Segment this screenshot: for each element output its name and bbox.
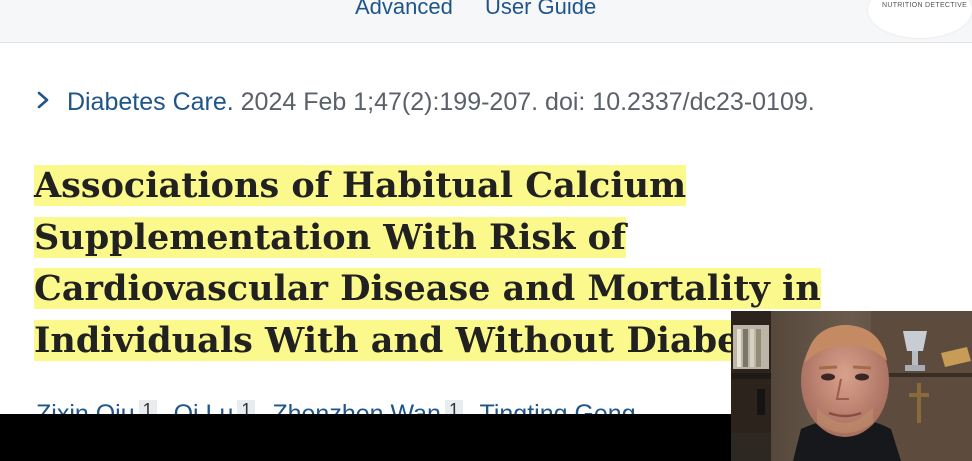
top-navigation-bar: Advanced User Guide — [0, 0, 972, 43]
webcam-scene — [731, 311, 972, 461]
advanced-search-link[interactable]: Advanced — [355, 0, 453, 20]
logo-text: NUTRITION DETECTIVE — [882, 2, 968, 9]
article-title-text: Associations of Habitual Calcium Supplem… — [34, 165, 821, 361]
journal-link[interactable]: Diabetes Care. — [67, 88, 234, 116]
chevron-right-icon[interactable] — [36, 89, 60, 117]
user-guide-link[interactable]: User Guide — [485, 0, 596, 20]
citation-details: 2024 Feb 1;47(2):199-207. doi: 10.2337/d… — [240, 88, 815, 116]
citation-line: Diabetes Care. 2024 Feb 1;47(2):199-207.… — [36, 88, 815, 117]
webcam-video-overlay — [731, 311, 972, 461]
